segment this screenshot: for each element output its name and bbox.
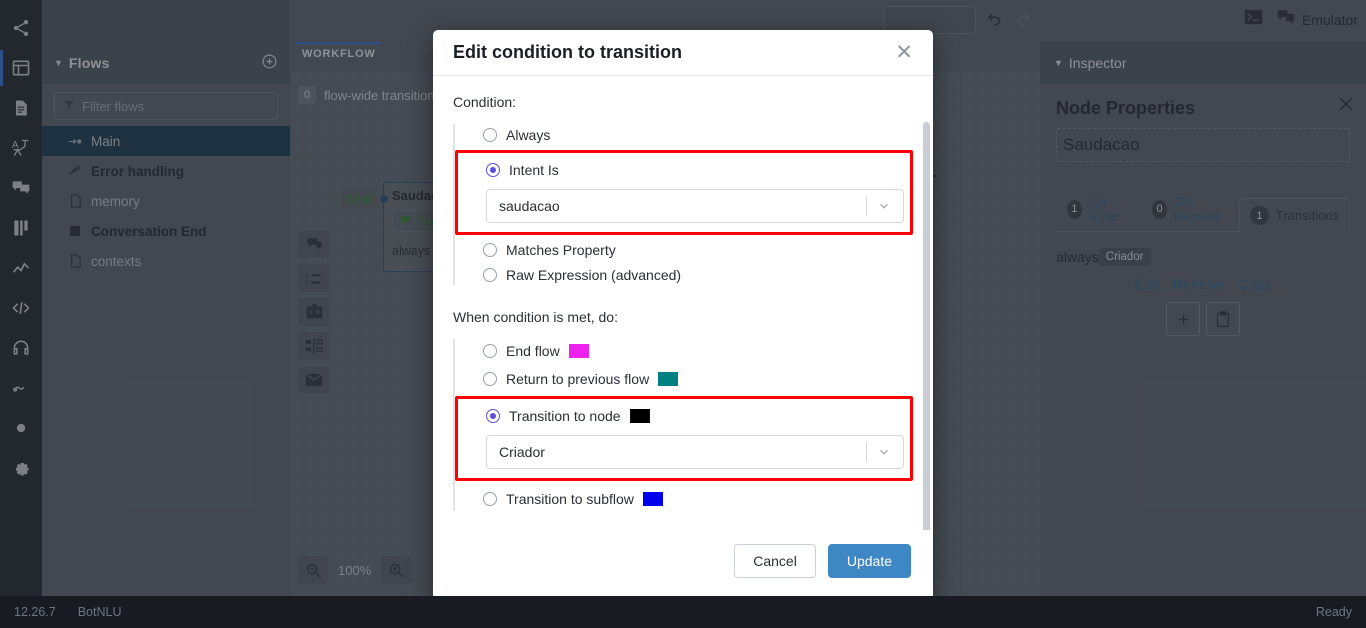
dialog-header: Edit condition to transition ✕	[433, 30, 933, 76]
option-label: Always	[506, 126, 551, 143]
option-always[interactable]: Always	[457, 122, 913, 147]
status-bar: 12.26.7 BotNLU Ready	[0, 596, 1366, 628]
chevron-down-icon[interactable]	[867, 445, 901, 459]
option-matches-property[interactable]: Matches Property	[457, 237, 913, 262]
option-intent-is[interactable]: Intent Is	[458, 157, 904, 182]
option-transition-to-node[interactable]: Transition to node	[458, 403, 904, 428]
option-label: Return to previous flow	[506, 371, 650, 387]
transition-node-color-swatch	[629, 408, 650, 423]
option-label: End flow	[506, 343, 560, 359]
condition-label: Condition:	[453, 94, 517, 110]
chevron-down-icon[interactable]	[867, 199, 901, 213]
condition-options-group: Always Intent Is saudacao Matches Proper…	[453, 122, 913, 287]
radio-return-previous-flow[interactable]	[483, 372, 497, 386]
radio-always[interactable]	[483, 127, 497, 142]
cancel-button[interactable]: Cancel	[734, 544, 816, 578]
end-flow-color-swatch	[568, 344, 589, 358]
transition-subflow-color-swatch	[642, 492, 663, 506]
status-version: 12.26.7	[14, 605, 56, 619]
intent-select[interactable]: saudacao	[486, 189, 904, 223]
edit-condition-dialog: Edit condition to transition ✕ Condition…	[433, 30, 933, 600]
node-select-value: Criador	[499, 444, 545, 460]
status-state: Ready	[1315, 605, 1352, 619]
intent-select-value: saudacao	[499, 198, 560, 214]
close-icon[interactable]: ✕	[895, 42, 913, 63]
dialog-scrollbar[interactable]	[923, 122, 930, 530]
intent-is-highlight: Intent Is saudacao	[455, 150, 913, 235]
node-select[interactable]: Criador	[486, 435, 904, 469]
dialog-scroll-thumb[interactable]	[923, 122, 930, 530]
update-button[interactable]: Update	[827, 544, 911, 578]
return-flow-color-swatch	[658, 372, 679, 386]
transition-to-node-highlight: Transition to node Criador	[455, 396, 913, 481]
dialog-title: Edit condition to transition	[453, 42, 682, 62]
radio-transition-to-subflow[interactable]	[483, 492, 497, 506]
action-options-group: End flow Return to previous flow Transit…	[453, 337, 913, 513]
application-window: A ▼ Flows Filter flows Main Error handli…	[0, 0, 1366, 628]
option-return-previous-flow[interactable]: Return to previous flow	[457, 365, 913, 393]
option-label: Intent Is	[509, 161, 559, 178]
radio-transition-to-node[interactable]	[486, 408, 500, 423]
option-label: Transition to node	[509, 407, 621, 424]
option-label: Matches Property	[506, 241, 616, 258]
option-raw-expression[interactable]: Raw Expression (advanced)	[457, 262, 913, 287]
dialog-footer: Cancel Update	[433, 530, 933, 600]
option-label: Transition to subflow	[506, 491, 634, 507]
option-transition-to-subflow[interactable]: Transition to subflow	[457, 485, 913, 513]
radio-end-flow[interactable]	[483, 344, 497, 358]
action-label: When condition is met, do:	[453, 309, 618, 325]
radio-matches-property[interactable]	[483, 242, 497, 257]
option-end-flow[interactable]: End flow	[457, 337, 913, 365]
radio-raw-expression[interactable]	[483, 267, 497, 282]
dialog-body: Condition: Always Intent Is saudacao Mat…	[433, 76, 933, 530]
status-module: BotNLU	[77, 605, 122, 619]
option-label: Raw Expression (advanced)	[506, 266, 682, 283]
radio-intent-is[interactable]	[486, 162, 500, 177]
